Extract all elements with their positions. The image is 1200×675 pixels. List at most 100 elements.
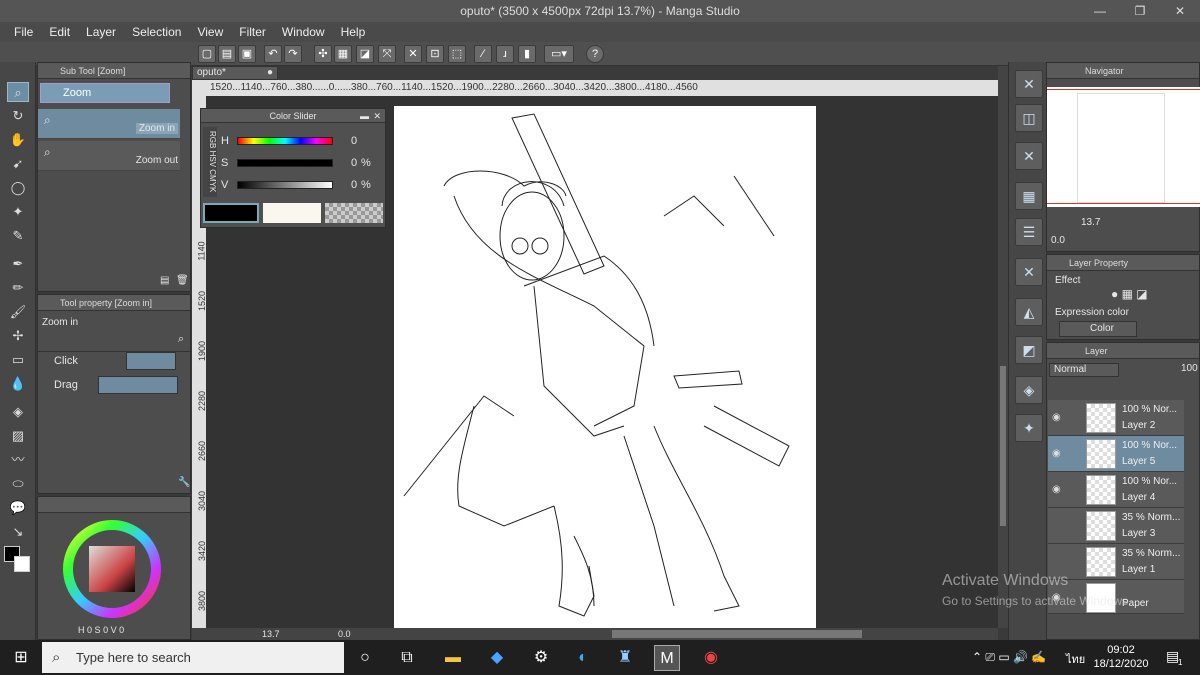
menu-file[interactable]: File <box>6 25 41 39</box>
blend-tool-icon[interactable]: 💧 <box>7 374 29 394</box>
material-icon[interactable]: ✕ <box>1015 70 1043 98</box>
hsv-tab[interactable]: HSV <box>208 151 217 167</box>
save-icon[interactable]: ▣ <box>238 45 256 63</box>
eyedropper-icon[interactable]: ✎ <box>7 226 29 246</box>
menu-layer[interactable]: Layer <box>78 25 124 39</box>
sub-color-chip[interactable] <box>263 203 321 223</box>
close-button[interactable]: ✕ <box>1160 0 1200 22</box>
gradient-tool-icon[interactable]: ▨ <box>7 426 29 446</box>
cmyk-tab[interactable]: CMYK <box>208 170 217 193</box>
ruler-icon[interactable]: ∕ <box>474 45 492 63</box>
pen-ruler-icon[interactable]: ɹ <box>496 45 514 63</box>
drag-mode-select[interactable] <box>98 376 178 394</box>
sub-tool-item-zoom-in[interactable]: ⌕ Zoom in <box>38 109 180 139</box>
edit-icon[interactable]: ◩ <box>1015 336 1043 364</box>
magic-wand-icon[interactable]: ✦ <box>7 202 29 222</box>
drawing-paper[interactable] <box>394 106 816 628</box>
layer-row[interactable]: 35 % Norm... Layer 3 <box>1048 508 1184 544</box>
transform-icon[interactable]: ✕ <box>1015 258 1043 286</box>
maximize-button[interactable]: ❐ <box>1120 0 1160 22</box>
transform-icon[interactable]: ✣ <box>314 45 332 63</box>
app-icon[interactable]: ◆ <box>484 645 510 671</box>
hue-slider[interactable] <box>237 137 333 145</box>
balloon-tool-icon[interactable]: 💬 <box>7 498 29 518</box>
language-indicator[interactable]: ไทย <box>1066 650 1085 668</box>
click-mode-select[interactable] <box>126 352 176 370</box>
frame-tool-icon[interactable]: ⬭ <box>7 474 29 494</box>
layer-search-icon[interactable]: ◫ <box>1015 104 1043 132</box>
menu-help[interactable]: Help <box>333 25 374 39</box>
layer-opacity-value[interactable]: 100 <box>1181 363 1198 374</box>
menu-filter[interactable]: Filter <box>231 25 274 39</box>
new-subtool-icon[interactable]: ▤ <box>160 275 169 286</box>
lasso-tool-icon[interactable]: ◯ <box>7 178 29 198</box>
eraser-tool-icon[interactable]: ▭ <box>7 350 29 370</box>
menu-window[interactable]: Window <box>274 25 333 39</box>
document-tab[interactable]: oputo* ● <box>192 66 278 80</box>
minimize-panel-icon[interactable]: ▬ <box>360 109 369 123</box>
windows-start-icon[interactable]: ⊞ <box>8 645 34 671</box>
airbrush-tool-icon[interactable]: ✢ <box>7 326 29 346</box>
color-wheel[interactable] <box>62 519 162 619</box>
tray-icons[interactable]: ⌃ ⎚ ▭ 🔊 ✍ <box>972 650 1046 665</box>
menu-edit[interactable]: Edit <box>41 25 78 39</box>
layer-row[interactable]: ◉ 100 % Nor... Layer 2 <box>1048 400 1184 436</box>
pen-tool-icon[interactable]: ✒ <box>7 254 29 274</box>
sub-tool-item-zoom-out[interactable]: ⌕ Zoom out <box>38 141 180 171</box>
chrome-icon[interactable]: ◉ <box>698 645 724 671</box>
zoom-tool-icon[interactable]: ⌕ <box>7 82 29 102</box>
cortana-icon[interactable]: ○ <box>352 645 378 671</box>
figure-tool-icon[interactable]: 〰 <box>7 450 29 470</box>
task-view-icon[interactable]: ⧉ <box>394 645 420 671</box>
object-tool-icon[interactable]: ➹ <box>7 154 29 174</box>
eye-icon[interactable]: ◉ <box>1052 484 1061 495</box>
tool-icon[interactable]: ✕ <box>1015 142 1043 170</box>
expression-color-select[interactable]: Color <box>1059 321 1137 337</box>
list-icon[interactable]: ☰ <box>1015 218 1043 246</box>
taskbar-search[interactable]: ⌕ Type here to search <box>42 642 344 673</box>
eye-icon[interactable]: ◉ <box>1052 448 1061 459</box>
new-file-icon[interactable]: ▢ <box>198 45 216 63</box>
fill-tool-icon[interactable]: ◈ <box>7 402 29 422</box>
minimize-button[interactable]: — <box>1080 0 1120 22</box>
redo-icon[interactable]: ↷ <box>284 45 302 63</box>
zoom-group-tab[interactable]: Zoom <box>40 83 170 103</box>
3d-icon[interactable]: ◈ <box>1015 376 1043 404</box>
close-panel-icon[interactable]: ✕ <box>373 109 381 123</box>
steam-icon[interactable]: ⚙ <box>528 645 554 671</box>
pencil-tool-icon[interactable]: ✏ <box>7 278 29 298</box>
clear-icon[interactable]: ✕ <box>404 45 422 63</box>
menu-selection[interactable]: Selection <box>124 25 189 39</box>
figure-icon[interactable]: ✦ <box>1015 414 1043 442</box>
scroll-thumb[interactable] <box>1000 366 1006 526</box>
close-tab-icon[interactable]: ● <box>267 67 277 79</box>
navigator-preview[interactable] <box>1047 87 1200 207</box>
game-icon[interactable]: ♜ <box>612 645 638 671</box>
undo-icon[interactable]: ↶ <box>264 45 282 63</box>
main-color-chip[interactable] <box>203 203 259 223</box>
value-slider[interactable] <box>237 181 333 189</box>
color-mode-tabs[interactable]: RGB HSV CMYK <box>203 127 217 197</box>
effect-icons[interactable]: ● ▦ ◪ <box>1111 287 1171 303</box>
settings-icon[interactable]: ⌕ <box>178 333 184 346</box>
layer-row[interactable]: ◉ 100 % Nor... Layer 5 <box>1048 436 1184 472</box>
fill-icon[interactable]: ▦ <box>334 45 352 63</box>
line-fix-tool-icon[interactable]: ↘ <box>7 522 29 542</box>
manga-studio-icon[interactable]: M <box>654 645 680 671</box>
scale-icon[interactable]: ⤧ <box>378 45 396 63</box>
horizontal-scrollbar[interactable] <box>612 630 862 638</box>
navigator-zoom[interactable]: 13.7 <box>1081 217 1100 228</box>
wrench-icon[interactable]: 🔧 <box>178 477 190 488</box>
crop-icon[interactable]: ⊡ <box>426 45 444 63</box>
menu-view[interactable]: View <box>189 25 231 39</box>
help-icon[interactable]: ? <box>586 45 604 63</box>
delete-subtool-icon[interactable]: 🗑 <box>176 275 189 286</box>
file-explorer-icon[interactable]: ▬ <box>440 645 466 671</box>
blend-mode-select[interactable]: Normal <box>1049 363 1119 377</box>
layer-row[interactable]: ◉ 100 % Nor... Layer 4 <box>1048 472 1184 508</box>
move-tool-icon[interactable]: ✋ <box>7 130 29 150</box>
sub-color-swatch[interactable] <box>14 556 30 572</box>
view-options-icon[interactable]: ▭▾ <box>544 45 574 63</box>
transparent-color-chip[interactable] <box>325 203 383 223</box>
edge-icon[interactable]: ◐ <box>570 645 596 671</box>
